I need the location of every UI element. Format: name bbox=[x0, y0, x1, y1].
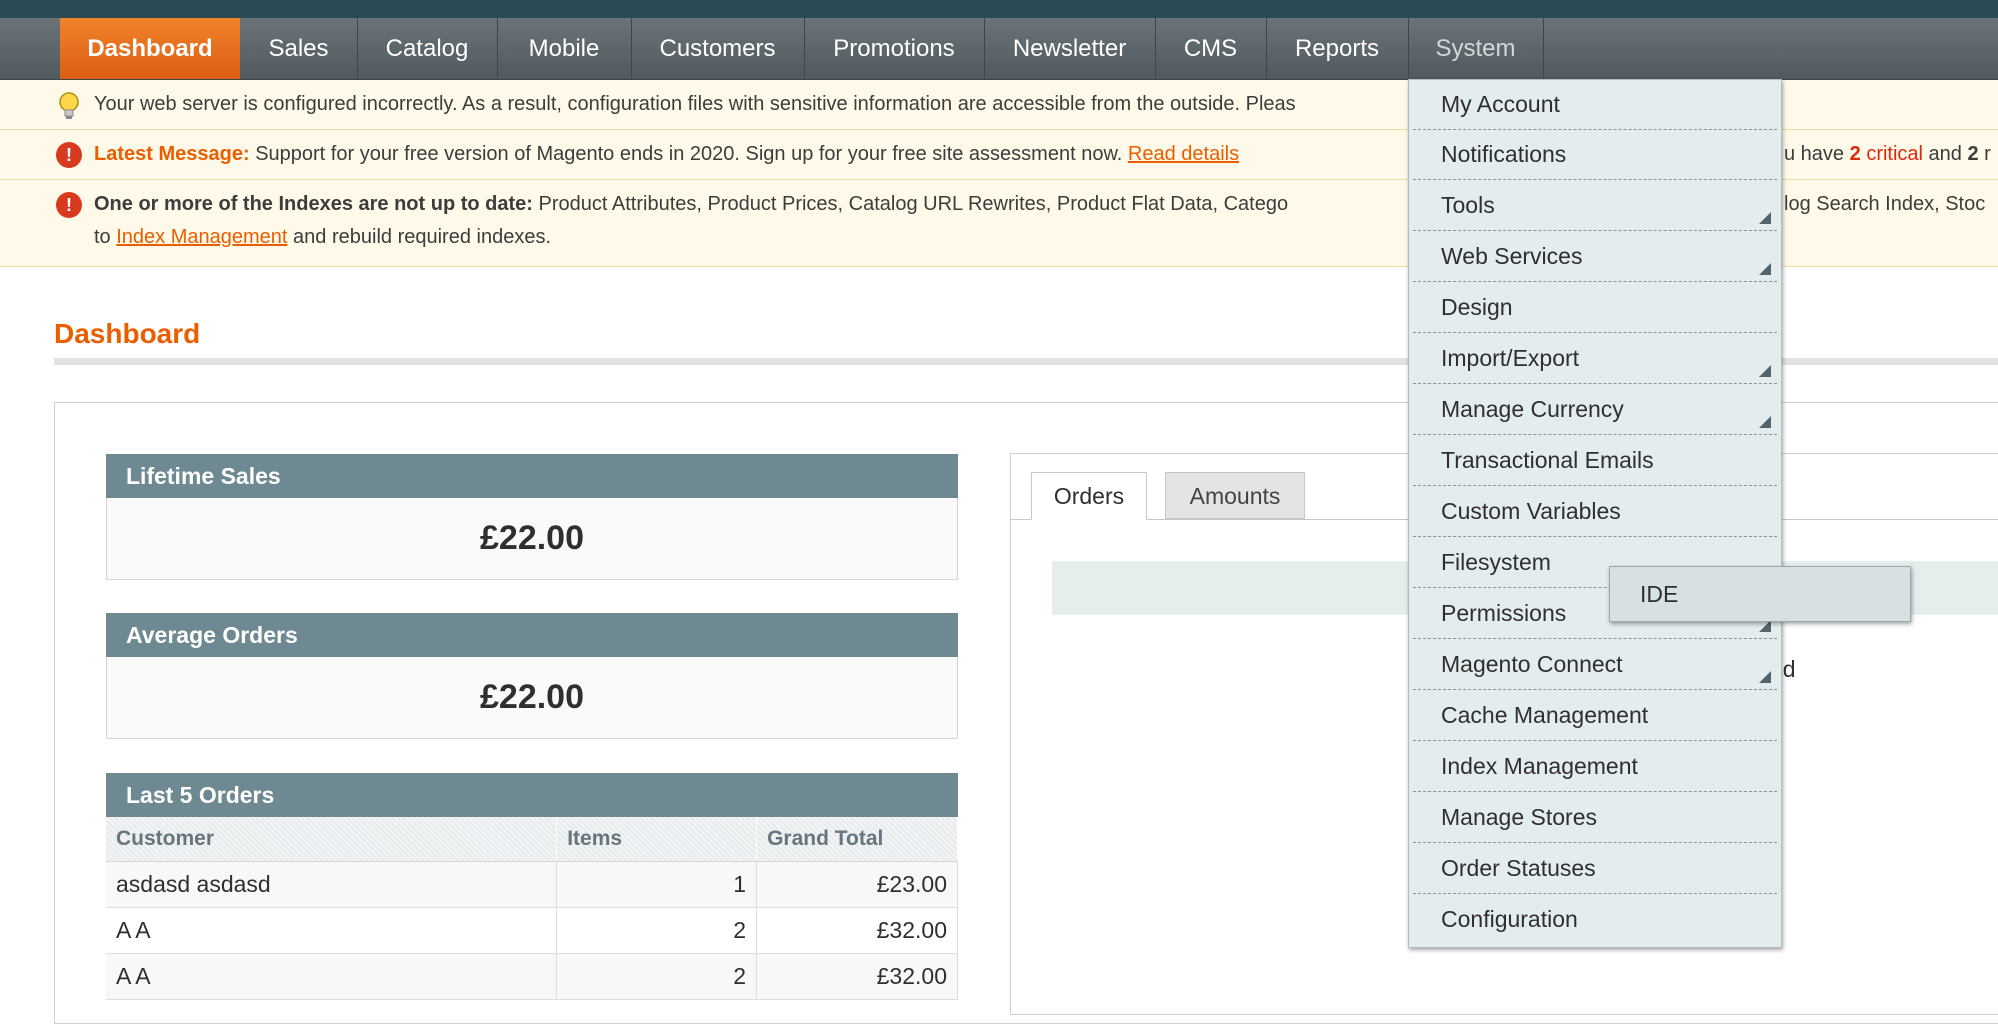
menu-item-notifications[interactable]: Notifications bbox=[1413, 130, 1777, 180]
menu-item-cache-management[interactable]: Cache Management bbox=[1413, 691, 1777, 741]
column-header-customer[interactable]: Customer bbox=[106, 817, 558, 862]
nav-cms[interactable]: CMS bbox=[1155, 18, 1267, 79]
menu-item-web-services[interactable]: Web Services bbox=[1413, 232, 1777, 282]
nav-dashboard[interactable]: Dashboard bbox=[60, 18, 240, 79]
menu-item-custom-variables[interactable]: Custom Variables bbox=[1413, 487, 1777, 537]
lifetime-sales-header: Lifetime Sales bbox=[106, 454, 958, 498]
index-warning-label: One or more of the Indexes are not up to… bbox=[94, 193, 533, 215]
menu-item-my-account[interactable]: My Account bbox=[1413, 80, 1777, 130]
nav-customers[interactable]: Customers bbox=[631, 18, 805, 79]
config-warning-text: Your web server is configured incorrectl… bbox=[94, 93, 1296, 115]
menu-item-index-management[interactable]: Index Management bbox=[1413, 742, 1777, 792]
lightbulb-icon bbox=[59, 92, 79, 119]
menu-item-magento-connect[interactable]: Magento Connect bbox=[1413, 640, 1777, 690]
nav-catalog[interactable]: Catalog bbox=[357, 18, 498, 79]
latest-message-label: Latest Message: bbox=[94, 143, 250, 165]
error-icon: ! bbox=[56, 142, 82, 168]
average-orders-header: Average Orders bbox=[106, 613, 958, 657]
column-header-items[interactable]: Items bbox=[556, 817, 758, 862]
submenu-arrow-icon bbox=[1759, 671, 1771, 683]
last-orders-header: Last 5 Orders bbox=[106, 773, 958, 817]
filesystem-submenu-ide[interactable]: IDE bbox=[1609, 566, 1911, 622]
submenu-arrow-icon bbox=[1759, 416, 1771, 428]
menu-item-import-export[interactable]: Import/Export bbox=[1413, 334, 1777, 384]
tab-amounts[interactable]: Amounts bbox=[1165, 472, 1305, 519]
index-management-link[interactable]: Index Management bbox=[116, 226, 287, 248]
table-row[interactable]: A A 2 £32.00 bbox=[106, 907, 958, 954]
menu-item-design[interactable]: Design bbox=[1413, 283, 1777, 333]
nav-reports[interactable]: Reports bbox=[1266, 18, 1409, 79]
lifetime-sales-value: £22.00 bbox=[106, 498, 958, 580]
nav-promotions[interactable]: Promotions bbox=[804, 18, 985, 79]
critical-count-text: u have 2 critical and 2 r bbox=[1784, 143, 1991, 165]
main-navigation: Dashboard Sales Catalog Mobile Customers… bbox=[0, 18, 1998, 80]
last-orders-table: Customer Items Grand Total asdasd asdasd… bbox=[106, 817, 958, 1000]
index-warning-text-right: log Search Index, Stoc bbox=[1784, 193, 1986, 215]
nav-sales[interactable]: Sales bbox=[240, 18, 358, 79]
menu-item-manage-currency[interactable]: Manage Currency bbox=[1413, 385, 1777, 435]
nav-newsletter[interactable]: Newsletter bbox=[984, 18, 1156, 79]
latest-message-text: Support for your free version of Magento… bbox=[255, 143, 1123, 165]
error-icon: ! bbox=[56, 192, 82, 218]
menu-item-manage-stores[interactable]: Manage Stores bbox=[1413, 793, 1777, 843]
submenu-arrow-icon bbox=[1759, 263, 1771, 275]
system-dropdown-menu: My Account Notifications Tools Web Servi… bbox=[1408, 79, 1782, 948]
top-header-strip bbox=[0, 0, 1998, 18]
submenu-arrow-icon bbox=[1759, 365, 1771, 377]
table-row[interactable]: asdasd asdasd 1 £23.00 bbox=[106, 861, 958, 908]
menu-item-transactional-emails[interactable]: Transactional Emails bbox=[1413, 436, 1777, 486]
read-details-link[interactable]: Read details bbox=[1128, 143, 1239, 165]
average-orders-value: £22.00 bbox=[106, 657, 958, 739]
menu-item-order-statuses[interactable]: Order Statuses bbox=[1413, 844, 1777, 894]
page-title: Dashboard bbox=[54, 318, 201, 349]
index-warning-text: Product Attributes, Product Prices, Cata… bbox=[538, 193, 1289, 215]
table-row[interactable]: A A 2 £32.00 bbox=[106, 953, 958, 1000]
nav-system[interactable]: System bbox=[1408, 18, 1544, 79]
column-header-grand-total[interactable]: Grand Total bbox=[756, 817, 958, 862]
menu-item-tools[interactable]: Tools bbox=[1413, 181, 1777, 231]
submenu-arrow-icon bbox=[1759, 212, 1771, 224]
tab-orders[interactable]: Orders bbox=[1031, 472, 1147, 520]
menu-item-configuration[interactable]: Configuration bbox=[1413, 895, 1777, 945]
nav-mobile[interactable]: Mobile bbox=[497, 18, 632, 79]
